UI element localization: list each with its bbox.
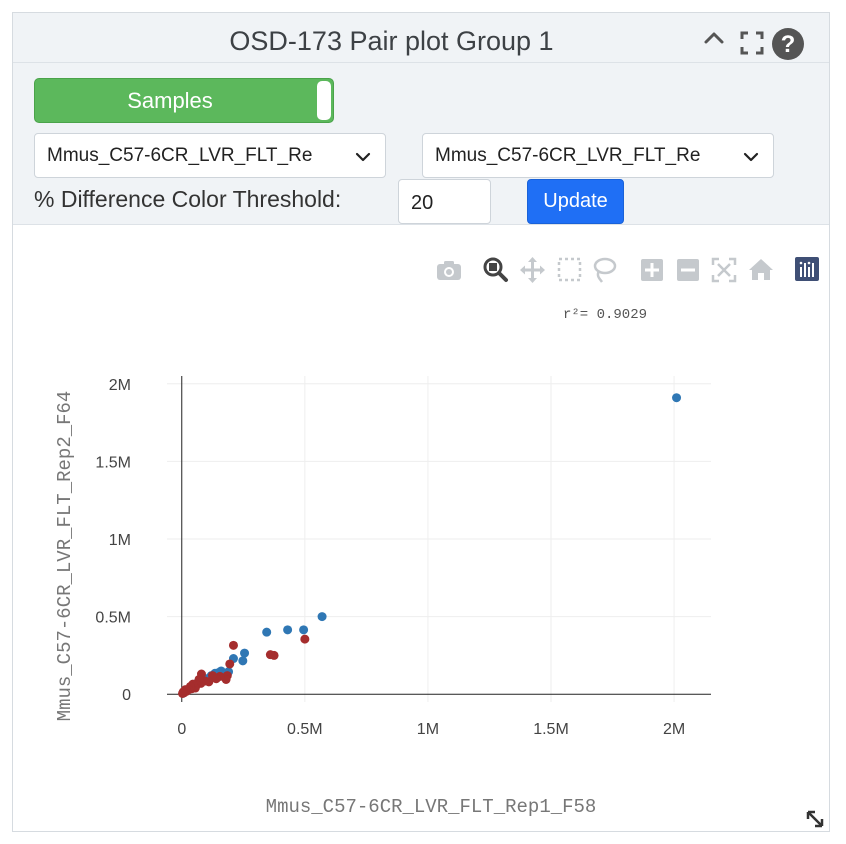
data-point-within-threshold <box>317 612 327 622</box>
y-tick-label: 1.5M <box>95 454 131 471</box>
toggle-knob <box>317 81 331 120</box>
chevron-down-icon <box>743 148 759 170</box>
data-point-above-threshold <box>300 634 310 644</box>
data-point-above-threshold <box>225 659 235 669</box>
autoscale-icon[interactable] <box>711 257 737 283</box>
data-point-above-threshold <box>228 640 238 650</box>
data-point-within-threshold <box>262 627 272 637</box>
controls-panel: Samples Mmus_C57-6CR_LVR_FLT_Re Mmus_C57… <box>13 63 829 225</box>
zoom-in-icon[interactable] <box>641 259 663 281</box>
widget-title: OSD-173 Pair plot Group 1 <box>229 26 554 56</box>
data-point-within-threshold <box>238 656 248 666</box>
reset-axes-icon[interactable] <box>749 259 773 280</box>
data-point-above-threshold <box>265 650 275 660</box>
plot-area: r²= 0.9029 0 0.5M 1M 1.5M 2M 0 0.5M 1M 1.5M 2M Mm… <box>13 226 829 832</box>
svg-text:?: ? <box>781 31 796 58</box>
x-tick-label: 1M <box>417 721 439 738</box>
r-squared-annotation: r²= 0.9029 <box>563 307 647 323</box>
threshold-input[interactable]: 20 <box>398 179 491 224</box>
help-circle-icon[interactable]: ? <box>771 27 805 66</box>
update-button[interactable]: Update <box>527 179 624 224</box>
plotly-logo-icon[interactable] <box>795 257 819 281</box>
sample-y-select-value: Mmus_C57-6CR_LVR_FLT_Re <box>435 145 701 166</box>
data-point-above-threshold <box>178 688 188 698</box>
widget-header: OSD-173 Pair plot Group 1 ? <box>13 13 829 63</box>
lasso-icon[interactable] <box>593 257 617 283</box>
tick-labels: 0 0.5M 1M 1.5M 2M 0 0.5M 1M 1.5M 2M <box>95 377 685 738</box>
data-points <box>178 393 682 698</box>
pan-icon[interactable] <box>520 257 545 283</box>
x-tick-label: 2M <box>663 721 685 738</box>
y-tick-label: 2M <box>109 377 131 394</box>
x-tick-label: 1.5M <box>533 721 569 738</box>
pair-plot-widget: OSD-173 Pair plot Group 1 ? Samples Mmus… <box>12 12 830 832</box>
zoom-icon[interactable] <box>483 257 508 282</box>
y-tick-label: 0 <box>122 687 131 704</box>
fullscreen-icon[interactable] <box>740 31 764 60</box>
data-point-within-threshold <box>299 625 309 635</box>
y-tick-label: 0.5M <box>95 610 131 627</box>
box-select-icon[interactable] <box>557 257 582 282</box>
x-tick-label: 0.5M <box>287 721 323 738</box>
threshold-label: % Difference Color Threshold: <box>34 186 342 212</box>
data-point-within-threshold <box>240 648 250 658</box>
samples-toggle-label: Samples <box>127 87 213 113</box>
x-axis-label: Mmus_C57-6CR_LVR_FLT_Rep1_F58 <box>266 796 597 818</box>
chevron-down-icon <box>355 148 371 170</box>
sample-x-select[interactable]: Mmus_C57-6CR_LVR_FLT_Re <box>34 133 386 178</box>
sample-x-select-value: Mmus_C57-6CR_LVR_FLT_Re <box>47 145 313 166</box>
data-point-within-threshold <box>672 393 682 403</box>
sample-y-select[interactable]: Mmus_C57-6CR_LVR_FLT_Re <box>422 133 774 178</box>
data-point-within-threshold <box>283 625 293 635</box>
modebar <box>437 257 819 283</box>
resize-diagonal-icon[interactable] <box>805 809 825 834</box>
zoom-out-icon[interactable] <box>677 259 699 281</box>
x-tick-label: 0 <box>177 721 186 738</box>
y-axis-label: Mmus_C57-6CR_LVR_FLT_Rep2_F64 <box>54 391 76 722</box>
camera-icon[interactable] <box>437 261 461 280</box>
samples-toggle[interactable]: Samples <box>34 78 334 123</box>
chevron-up-icon[interactable] <box>703 29 725 50</box>
scatter-chart: r²= 0.9029 0 0.5M 1M 1.5M 2M 0 0.5M 1M 1.5M 2M Mm… <box>54 257 819 818</box>
y-tick-label: 1M <box>109 532 131 549</box>
